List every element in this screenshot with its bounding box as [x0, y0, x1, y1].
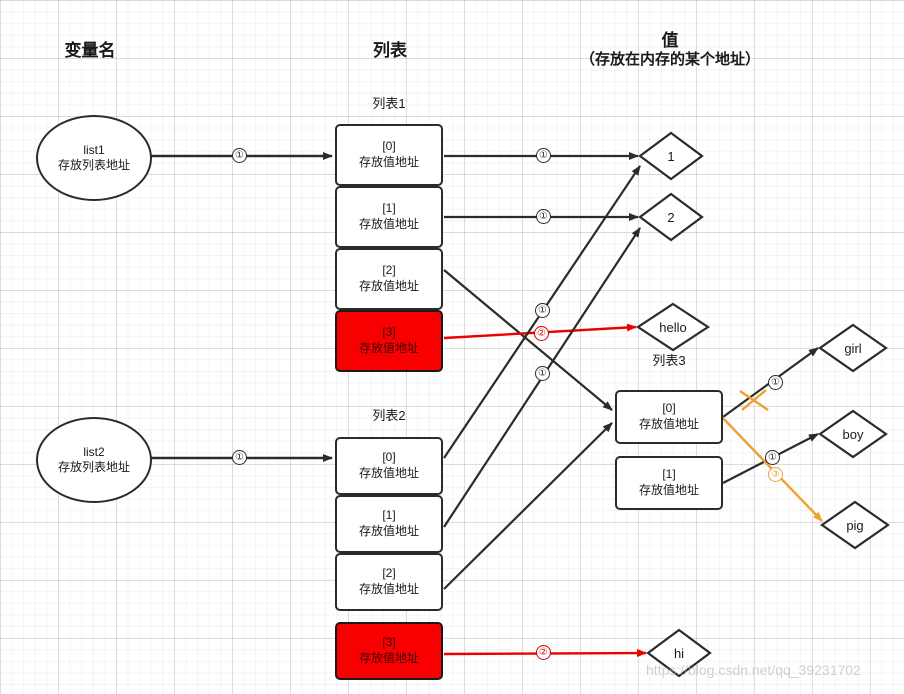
list2-cell-2[interactable]: [2] 存放值地址	[335, 553, 443, 611]
edge-l1c2-to-list3	[443, 269, 613, 411]
edge-badge-list1-ref: ①	[232, 148, 247, 163]
variable-node-list2-name: list2	[83, 445, 105, 459]
diagram-canvas: 变量名 列表 值 （存放在内存的某个地址） list1 存放列表地址 list2…	[0, 0, 904, 694]
connector-layer	[148, 152, 823, 658]
edge-badge-l2c1: ①	[535, 366, 550, 381]
list1-cell-1[interactable]: [1] 存放值地址	[335, 186, 443, 248]
list2-cell-2-index: [2]	[382, 566, 396, 581]
list1-title: 列表1	[372, 96, 406, 111]
list3-cell-0[interactable]: [0] 存放值地址	[615, 390, 723, 444]
list3-cell-1-desc: 存放值地址	[638, 483, 699, 497]
value-node-1-label: 1	[667, 148, 675, 164]
edge-badge-l3c1-boy: ①	[765, 450, 780, 465]
value-node-hello-label: hello	[659, 319, 687, 335]
value-node-boy-label: boy	[842, 426, 864, 442]
list1-cell-2-index: [2]	[382, 263, 396, 278]
list1-cell-1-index: [1]	[382, 201, 396, 216]
list2-cell-1-index: [1]	[382, 508, 396, 523]
list2-cell-0[interactable]: [0] 存放值地址	[335, 437, 443, 495]
list1-cell-3[interactable]: [3] 存放值地址	[335, 310, 443, 372]
variable-node-list2-desc: 存放列表地址	[57, 460, 130, 474]
value-node-1[interactable]: 1	[638, 131, 704, 181]
value-node-2[interactable]: 2	[638, 192, 704, 242]
cross-out-mark-icon	[739, 389, 769, 411]
edge-badge-l3c0-girl: ①	[768, 375, 783, 390]
edge-badge-l2c0: ①	[535, 303, 550, 318]
variable-node-list2[interactable]: list2 存放列表地址	[36, 417, 152, 503]
variable-node-list1-name: list1	[83, 143, 105, 157]
watermark: https://blog.csdn.net/qq_39231702	[646, 662, 861, 678]
value-node-girl[interactable]: girl	[818, 323, 888, 373]
list3-cell-1-index: [1]	[662, 467, 676, 482]
list3-title: 列表3	[652, 353, 686, 368]
list2-cell-2-desc: 存放值地址	[358, 582, 419, 596]
variable-node-list1[interactable]: list1 存放列表地址	[36, 115, 152, 201]
list2-cell-0-index: [0]	[382, 450, 396, 465]
list3-cell-0-index: [0]	[662, 401, 676, 416]
list2-cell-3[interactable]: [3] 存放值地址	[335, 622, 443, 680]
list1-cell-1-desc: 存放值地址	[358, 217, 419, 231]
list1-cell-0-desc: 存放值地址	[358, 155, 419, 169]
list1-cell-0-index: [0]	[382, 139, 396, 154]
list2-title: 列表2	[372, 408, 406, 423]
value-node-boy[interactable]: boy	[818, 409, 888, 459]
edge-l2c2-to-list3	[443, 422, 613, 590]
list1-cell-3-index: [3]	[382, 325, 396, 340]
list2-cell-3-desc: 存放值地址	[358, 651, 419, 665]
list1-cell-2-desc: 存放值地址	[358, 279, 419, 293]
edge-badge-l3c0-pig: ③	[768, 467, 783, 482]
edge-badge-list2-ref: ①	[232, 450, 247, 465]
value-node-2-label: 2	[667, 209, 675, 225]
list3-cell-0-desc: 存放值地址	[638, 417, 699, 431]
list1-cell-3-desc: 存放值地址	[358, 341, 419, 355]
list2-cell-1[interactable]: [1] 存放值地址	[335, 495, 443, 553]
value-node-pig[interactable]: pig	[820, 500, 890, 550]
edge-badge-l1c0: ①	[536, 148, 551, 163]
list1-cell-2[interactable]: [2] 存放值地址	[335, 248, 443, 310]
variable-node-list1-desc: 存放列表地址	[57, 158, 130, 172]
list2-cell-3-index: [3]	[382, 635, 396, 650]
list3-cell-1[interactable]: [1] 存放值地址	[615, 456, 723, 510]
value-node-pig-label: pig	[846, 517, 864, 533]
edge-badge-l1c1: ①	[536, 209, 551, 224]
edge-badge-l1c3-hello: ②	[534, 326, 549, 341]
edge-badge-l2c3-hi: ②	[536, 645, 551, 660]
value-node-hello[interactable]: hello	[635, 302, 711, 352]
list2-cell-1-desc: 存放值地址	[358, 524, 419, 538]
list1-cell-0[interactable]: [0] 存放值地址	[335, 124, 443, 186]
list2-cell-0-desc: 存放值地址	[358, 466, 419, 480]
value-node-girl-label: girl	[844, 340, 862, 356]
